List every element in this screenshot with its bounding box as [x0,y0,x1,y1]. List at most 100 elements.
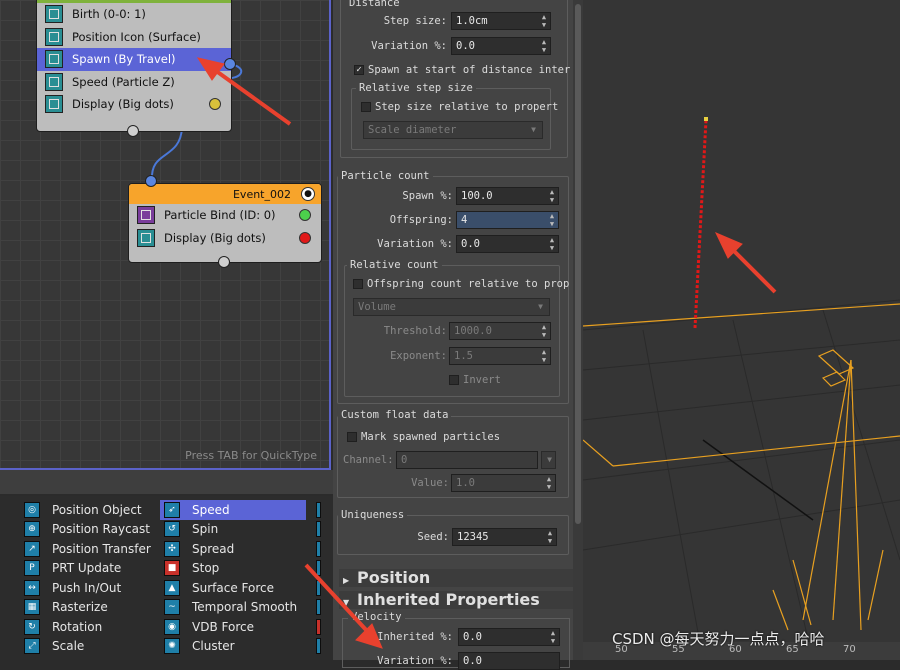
operator-list[interactable]: ◎ Position Object ⊕ Position Raycast ↗ Posi… [0,496,333,660]
spinner-value: 1.0 [456,477,475,489]
op-partial[interactable] [316,539,333,559]
spinner-value: 1.0cm [456,15,488,27]
spinner-value: 1000.0 [454,325,492,337]
spinner-arrows-icon[interactable]: ▲ ▼ [548,188,556,204]
spinner-arrows-icon[interactable]: ▲ ▼ [540,323,548,339]
op-partial[interactable] [316,520,333,540]
op-partial[interactable] [316,559,333,579]
panel-scrollbar[interactable] [573,0,583,660]
operator-row-position-icon[interactable]: Position Icon (Surface) [37,26,231,49]
operator-label: Birth (0-0: 1) [72,7,146,22]
node2-output-pin[interactable] [218,256,230,268]
op-position-transfer[interactable]: ↗ Position Transfer [20,539,160,559]
value-label: Value: [411,477,449,489]
spinner-arrows-icon[interactable]: ▲ ▼ [540,38,548,54]
velocity-variation-spinner[interactable]: 0.0 [458,652,560,670]
particle-flow-graph[interactable]: Birth (0-0: 1) Position Icon (Surface) S… [0,0,331,470]
channel-dropdown[interactable]: ▼ [541,451,556,469]
operator-row-display[interactable]: Display (Big dots) [129,227,321,250]
rollout-title: Inherited Properties [357,590,540,609]
op-vdb-force[interactable]: ◉ VDB Force [160,617,306,637]
position-rollout[interactable]: ▶ Position [339,569,573,587]
operator-row-display[interactable]: Display (Big dots) [37,93,231,116]
count-variation-spinner[interactable]: 0.0 ▲ ▼ [456,235,559,253]
relative-step-group [351,88,551,150]
step-relative-checkbox[interactable]: Step size relative to propert [361,101,558,113]
panel-divider[interactable] [0,470,333,494]
spinner-arrows-icon[interactable]: ▲ ▼ [549,629,557,645]
group-title: Relative step size [356,82,476,94]
spinner-arrows-icon[interactable]: ▲ ▼ [540,348,548,364]
display-color-swatch[interactable] [209,98,221,111]
offspring-relative-checkbox[interactable]: Offspring count relative to prop [353,278,569,290]
op-partial[interactable] [316,598,333,618]
channel-spinner[interactable]: 0 [396,451,538,469]
operator-icon [316,521,321,538]
mark-spawned-checkbox[interactable]: Mark spawned particles [347,431,500,443]
particle-bind-icon [137,206,155,225]
operator-row-speed[interactable]: Speed (Particle Z) [37,71,231,94]
operator-row-particle-bind[interactable]: Particle Bind (ID: 0) [129,204,321,227]
count-variation-label: Variation %: [377,238,453,250]
event-node-1[interactable]: Birth (0-0: 1) Position Icon (Surface) S… [36,0,232,132]
op-rasterize[interactable]: ▦ Rasterize [20,598,160,618]
op-partial[interactable] [316,578,333,598]
operator-row-birth[interactable]: Birth (0-0: 1) [37,3,231,26]
spin-icon: ↺ [164,521,180,538]
op-scale[interactable]: ⤢ Scale [20,637,160,657]
spinner-arrows-icon[interactable]: ▲ ▼ [546,529,554,545]
spawn-output-pin[interactable] [224,58,236,70]
scale-diameter-dropdown[interactable]: Scale diameter ▼ [363,121,543,139]
op-push-in-out[interactable]: ↔ Push In/Out [20,578,160,598]
distance-variation-spinner[interactable]: 0.0 ▲ ▼ [451,37,551,55]
op-cluster[interactable]: ✺ Cluster [160,637,306,657]
threshold-label: Threshold: [383,325,447,337]
value-spinner[interactable]: 1.0 ▲ ▼ [451,474,556,492]
offspring-spinner[interactable]: 4 ▲ ▼ [456,211,559,229]
threshold-spinner[interactable]: 1000.0 ▲ ▼ [449,322,551,340]
op-spin[interactable]: ↺ Spin [160,520,306,540]
event-node-2[interactable]: Event_002 ● Particle Bind (ID: 0) Displa… [128,183,322,263]
op-label: Spin [192,522,219,537]
spawn-pct-spinner[interactable]: 100.0 ▲ ▼ [456,187,559,205]
op-surface-force[interactable]: ▲ Surface Force [160,578,306,598]
operator-row-spawn[interactable]: Spawn (By Travel) [37,48,231,71]
invert-checkbox[interactable]: Invert [449,374,501,386]
op-position-object[interactable]: ◎ Position Object [20,500,160,520]
spinner-arrows-icon[interactable]: ▲ ▼ [548,236,556,252]
display-color-swatch[interactable] [299,231,311,244]
spinner-arrows-icon[interactable]: ▲ ▼ [545,475,553,491]
op-partial[interactable] [316,500,333,520]
node2-input-pin[interactable] [145,175,157,187]
stop-icon: ■ [164,560,180,577]
velocity-variation-label: Variation %: [377,655,453,667]
operator-label: Spawn (By Travel) [72,52,176,67]
inherited-properties-rollout[interactable]: ▼ Inherited Properties [339,591,573,609]
op-partial[interactable] [316,637,333,657]
spinner-arrows-icon[interactable]: ▲ ▼ [540,13,548,29]
op-position-raycast[interactable]: ⊕ Position Raycast [20,520,160,540]
spawn-pct-label: Spawn %: [402,190,453,202]
op-speed[interactable]: ➶ Speed [160,500,306,520]
op-temporal-smooth[interactable]: ~ Temporal Smooth [160,598,306,618]
spinner-arrows-icon[interactable]: ▲ ▼ [548,212,556,228]
op-label: Speed [192,502,230,517]
op-rotation[interactable]: ↻ Rotation [20,617,160,637]
step-size-spinner[interactable]: 1.0cm ▲ ▼ [451,12,551,30]
3d-viewport[interactable]: 50 55 60 65 70 [583,0,900,660]
op-partial[interactable] [316,617,333,637]
op-spread[interactable]: ✣ Spread [160,539,306,559]
expand-arrow-icon: ▶ [343,576,350,585]
node1-output-pin[interactable] [127,125,139,137]
inherited-pct-spinner[interactable]: 0.0 ▲ ▼ [458,628,560,646]
volume-dropdown[interactable]: Volume ▼ [353,298,550,316]
offspring-label: Offspring: [389,214,453,226]
seed-spinner[interactable]: 12345 ▲ ▼ [452,528,557,546]
op-prt-update[interactable]: P PRT Update [20,559,160,579]
op-stop[interactable]: ■ Stop [160,559,306,579]
spawn-at-start-checkbox[interactable]: ✓ Spawn at start of distance inter [354,64,570,76]
checkbox-icon [449,375,459,385]
bulb-icon[interactable]: ● [301,187,315,201]
exponent-spinner[interactable]: 1.5 ▲ ▼ [449,347,551,365]
scrollbar-thumb[interactable] [575,4,581,524]
